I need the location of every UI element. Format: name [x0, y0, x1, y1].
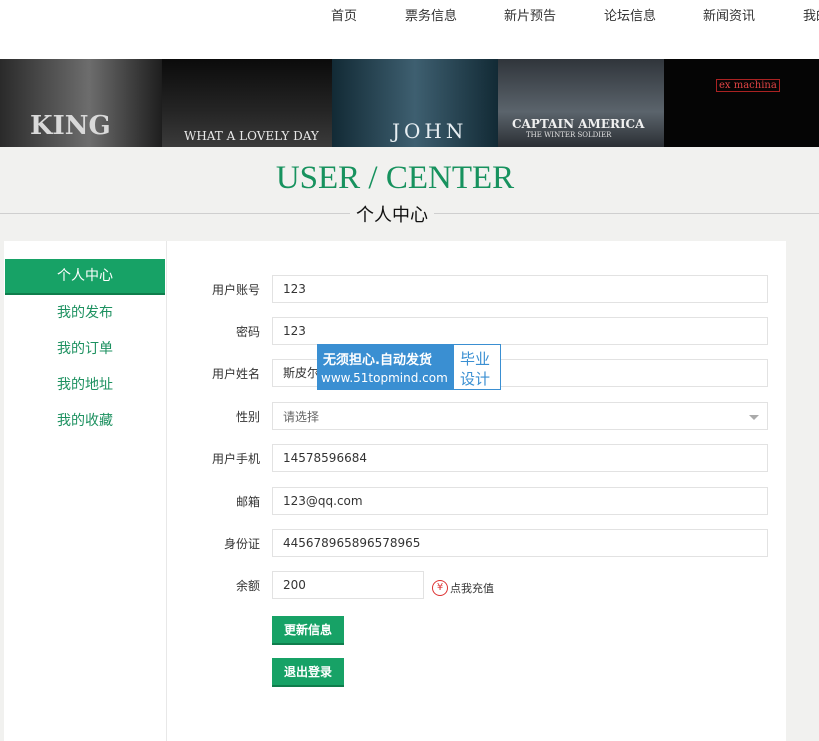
- poster-king[interactable]: KING: [0, 59, 162, 147]
- main-nav: 首页 票务信息 新片预告 论坛信息 新闻资讯 我的: [0, 5, 819, 25]
- account-input[interactable]: [272, 275, 768, 303]
- logout-button[interactable]: 退出登录: [272, 658, 344, 687]
- phone-input[interactable]: [272, 444, 768, 472]
- poster-john[interactable]: JOHN: [332, 59, 498, 147]
- gender-label: 性别: [235, 410, 260, 424]
- form-row-idcard: 身份证: [4, 529, 786, 559]
- poster-ex-machina-text: ex machina: [716, 79, 780, 92]
- poster-captain-america[interactable]: CAPTAIN AMERICA THE WINTER SOLDIER: [498, 59, 664, 147]
- name-label: 用户姓名: [211, 367, 260, 381]
- poster-lovely-day-text: WHAT A LOVELY DAY: [184, 129, 319, 143]
- page-title-en: USER / CENTER: [275, 160, 515, 196]
- chevron-down-icon: [749, 415, 759, 420]
- form-row-balance: 余额 ¥点我充值: [4, 571, 786, 601]
- recharge-link[interactable]: ¥ 点我充值: [432, 577, 494, 597]
- password-input[interactable]: [272, 317, 768, 345]
- nav-item-mine[interactable]: 我的: [803, 5, 819, 24]
- poster-ex-machina[interactable]: ex machina: [664, 59, 819, 147]
- recharge-label: 点我充值: [450, 581, 494, 595]
- watermark-side2: 设计: [460, 370, 491, 388]
- nav-item-news[interactable]: 新闻资讯: [703, 5, 755, 24]
- form-row-password: 密码: [4, 317, 786, 347]
- balance-input[interactable]: [272, 571, 424, 599]
- form-row-gender: 性别 请选择: [4, 402, 786, 432]
- balance-label: 余额: [235, 579, 260, 593]
- poster-john-text: JOHN: [392, 119, 468, 143]
- poster-winter-soldier-text: THE WINTER SOLDIER: [526, 131, 612, 139]
- watermark-badge: 无须担心.自动发货 www.51topmind.com 毕业 设计: [317, 344, 501, 390]
- gender-select-value: 请选择: [283, 410, 320, 424]
- yen-icon: ¥: [432, 579, 448, 596]
- watermark-side: 毕业 设计: [453, 344, 501, 390]
- watermark-line2: www.51topmind.com: [321, 371, 448, 385]
- idcard-input[interactable]: [272, 529, 768, 557]
- poster-lovely-day[interactable]: WHAT A LOVELY DAY: [162, 59, 332, 147]
- nav-item-forum[interactable]: 论坛信息: [604, 5, 656, 24]
- form-row-phone: 用户手机: [4, 444, 786, 474]
- form-row-account: 用户账号: [4, 275, 786, 305]
- form-row-email: 邮箱: [4, 487, 786, 517]
- nav-item-home[interactable]: 首页: [331, 5, 357, 24]
- page-title-cn: 个人中心: [350, 201, 434, 227]
- poster-captain-america-text: CAPTAIN AMERICA: [512, 117, 645, 131]
- top-bar: 首页 票务信息 新片预告 论坛信息 新闻资讯 我的: [0, 0, 819, 59]
- poster-king-text: KING: [30, 111, 111, 141]
- nav-item-upcoming[interactable]: 新片预告: [504, 5, 556, 24]
- account-label: 用户账号: [211, 283, 260, 297]
- email-label: 邮箱: [235, 495, 260, 509]
- watermark-line1: 无须担心.自动发货: [323, 353, 432, 368]
- watermark-main: 无须担心.自动发货 www.51topmind.com: [317, 344, 453, 390]
- idcard-label: 身份证: [223, 537, 260, 551]
- gender-select[interactable]: 请选择: [272, 402, 768, 430]
- user-center-panel: 个人中心 我的发布 我的订单 我的地址 我的收藏 用户账号 密码 用户姓名 性别…: [4, 241, 786, 741]
- email-input[interactable]: [272, 487, 768, 515]
- watermark-side1: 毕业: [460, 350, 491, 368]
- password-label: 密码: [235, 325, 260, 339]
- nav-item-tickets[interactable]: 票务信息: [405, 5, 457, 24]
- phone-label: 用户手机: [211, 452, 260, 466]
- update-info-button[interactable]: 更新信息: [272, 616, 344, 645]
- movie-banner: KING WHAT A LOVELY DAY JOHN CAPTAIN AMER…: [0, 59, 819, 147]
